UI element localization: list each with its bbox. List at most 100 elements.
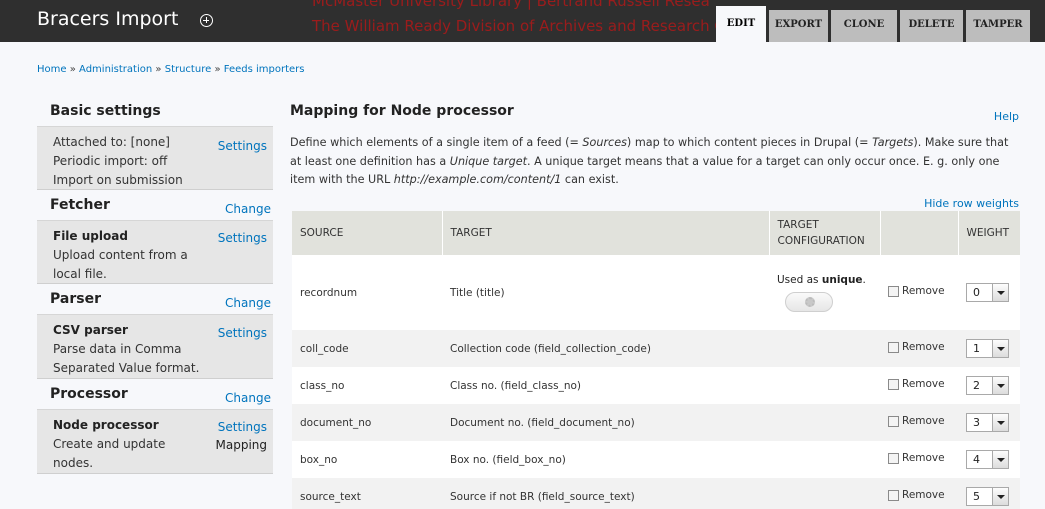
processor-desc-line2: nodes. xyxy=(53,456,94,470)
parser-box: CSV parser Parse data in Comma Separated… xyxy=(37,315,273,379)
row-target: Document no. (field_document_no) xyxy=(442,404,769,441)
help-link[interactable]: Help xyxy=(994,110,1019,123)
breadcrumb-separator: » xyxy=(214,64,221,75)
processor-box: Node processor Create and update nodes. … xyxy=(37,410,273,474)
fetcher-desc-line1: Upload content from a xyxy=(53,248,188,262)
fetcher-desc-line2: local file. xyxy=(53,267,107,281)
page-header: McMaster University Library | Bertrand R… xyxy=(0,0,1045,42)
site-banner-line1: McMaster University Library | Bertrand R… xyxy=(312,0,710,10)
parser-settings-link[interactable]: Settings xyxy=(218,326,267,340)
weight-select[interactable]: 3 xyxy=(966,413,1009,432)
row-source: recordnum xyxy=(292,255,442,330)
weight-select[interactable]: 0 xyxy=(966,283,1009,302)
table-row: recordnum Title (title) Used as unique. … xyxy=(292,255,1020,330)
table-row: document_no Document no. (field_document… xyxy=(292,404,1020,441)
row-source: box_no xyxy=(292,441,442,478)
remove-checkbox[interactable]: Remove xyxy=(888,341,945,353)
chevron-down-icon[interactable] xyxy=(992,488,1008,505)
table-row: coll_code Collection code (field_collect… xyxy=(292,330,1020,367)
weight-select[interactable]: 2 xyxy=(966,376,1009,395)
processor-mapping-link[interactable]: Mapping xyxy=(216,438,268,452)
breadcrumb: Home » Administration » Structure » Feed… xyxy=(37,64,305,75)
breadcrumb-separator: » xyxy=(155,64,162,75)
row-target: Source if not BR (field_source_text) xyxy=(442,478,769,509)
col-target: TARGET xyxy=(442,211,770,255)
row-target: Class no. (field_class_no) xyxy=(442,367,769,404)
weight-select[interactable]: 5 xyxy=(966,487,1009,506)
chevron-down-icon[interactable] xyxy=(992,414,1008,431)
checkbox-icon[interactable] xyxy=(888,415,899,427)
row-target: Title (title) xyxy=(442,255,769,330)
importer-config-sidebar: Basic settings Attached to: [none] Perio… xyxy=(37,96,273,474)
mapping-table: SOURCE TARGET TARGET CONFIGURATION WEIGHT… xyxy=(292,211,1020,509)
table-row: class_no Class no. (field_class_no) Remo… xyxy=(292,367,1020,404)
parser-desc-line1: Parse data in Comma xyxy=(53,342,182,356)
chevron-down-icon[interactable] xyxy=(992,340,1008,357)
remove-checkbox[interactable]: Remove xyxy=(888,285,945,297)
page-title: Bracers Import xyxy=(37,8,179,30)
checkbox-icon[interactable] xyxy=(888,285,899,297)
hide-row-weights-link[interactable]: Hide row weights xyxy=(924,197,1019,210)
mapping-table-header-row: SOURCE TARGET TARGET CONFIGURATION WEIGHT xyxy=(292,211,1020,255)
row-source: class_no xyxy=(292,367,442,404)
chevron-down-icon[interactable] xyxy=(992,451,1008,468)
add-shortcut-icon[interactable] xyxy=(200,14,213,27)
parser-desc-line2: Separated Value format. xyxy=(53,361,200,375)
col-target-configuration: TARGET CONFIGURATION xyxy=(769,211,881,255)
processor-title: Processor xyxy=(50,386,128,402)
tab-edit[interactable]: EDIT xyxy=(716,6,766,42)
unique-indicator: Used as unique. xyxy=(777,273,866,286)
target-config-button[interactable] xyxy=(785,291,833,312)
remove-checkbox[interactable]: Remove xyxy=(888,452,945,464)
weight-select[interactable]: 4 xyxy=(966,450,1009,469)
col-remove xyxy=(880,211,959,255)
chevron-down-icon[interactable] xyxy=(992,284,1008,301)
fetcher-header: Fetcher Change xyxy=(37,190,273,221)
weight-select[interactable]: 1 xyxy=(966,339,1009,358)
fetcher-settings-link[interactable]: Settings xyxy=(218,231,267,245)
fetcher-title: Fetcher xyxy=(50,197,110,213)
breadcrumb-separator: » xyxy=(69,64,76,75)
checkbox-icon[interactable] xyxy=(888,452,899,464)
basic-settings-header: Basic settings xyxy=(37,96,273,127)
tab-tamper[interactable]: TAMPER xyxy=(966,10,1030,42)
site-banner-line2: The William Ready Division of Archives a… xyxy=(312,17,725,35)
remove-checkbox[interactable]: Remove xyxy=(888,489,945,501)
remove-checkbox[interactable]: Remove xyxy=(888,415,945,427)
col-source: SOURCE xyxy=(292,211,443,255)
remove-checkbox[interactable]: Remove xyxy=(888,378,945,390)
chevron-down-icon[interactable] xyxy=(992,377,1008,394)
tab-delete[interactable]: DELETE xyxy=(900,10,963,42)
breadcrumb-administration[interactable]: Administration xyxy=(79,64,152,75)
breadcrumb-home[interactable]: Home xyxy=(37,64,67,75)
processor-settings-link[interactable]: Settings xyxy=(218,420,267,434)
basic-settings-link[interactable]: Settings xyxy=(218,139,267,153)
fetcher-change-link[interactable]: Change xyxy=(225,202,271,216)
checkbox-icon[interactable] xyxy=(888,378,899,390)
basic-settings-title: Basic settings xyxy=(50,103,161,119)
import-on-submission-text: Import on submission xyxy=(53,173,183,187)
tab-clone[interactable]: CLONE xyxy=(831,10,897,42)
periodic-import-text: Periodic import: off xyxy=(53,154,168,168)
table-row: source_text Source if not BR (field_sour… xyxy=(292,478,1020,509)
breadcrumb-feeds-importers[interactable]: Feeds importers xyxy=(224,64,305,75)
gear-icon xyxy=(805,296,815,307)
row-source: coll_code xyxy=(292,330,442,367)
row-target-config: Used as unique. xyxy=(769,255,880,330)
parser-title: Parser xyxy=(50,291,101,307)
parser-header: Parser Change xyxy=(37,284,273,315)
row-target: Collection code (field_collection_code) xyxy=(442,330,769,367)
tab-export[interactable]: EXPORT xyxy=(769,10,828,42)
processor-header: Processor Change xyxy=(37,379,273,410)
row-source: document_no xyxy=(292,404,442,441)
row-source: source_text xyxy=(292,478,442,509)
basic-settings-box: Attached to: [none] Periodic import: off… xyxy=(37,127,273,190)
processor-change-link[interactable]: Change xyxy=(225,391,271,405)
row-target: Box no. (field_box_no) xyxy=(442,441,769,478)
table-row: box_no Box no. (field_box_no) Remove 4 xyxy=(292,441,1020,478)
checkbox-icon[interactable] xyxy=(888,489,899,501)
checkbox-icon[interactable] xyxy=(888,341,899,353)
breadcrumb-structure[interactable]: Structure xyxy=(165,64,212,75)
col-weight: WEIGHT xyxy=(958,211,1020,255)
parser-change-link[interactable]: Change xyxy=(225,296,271,310)
